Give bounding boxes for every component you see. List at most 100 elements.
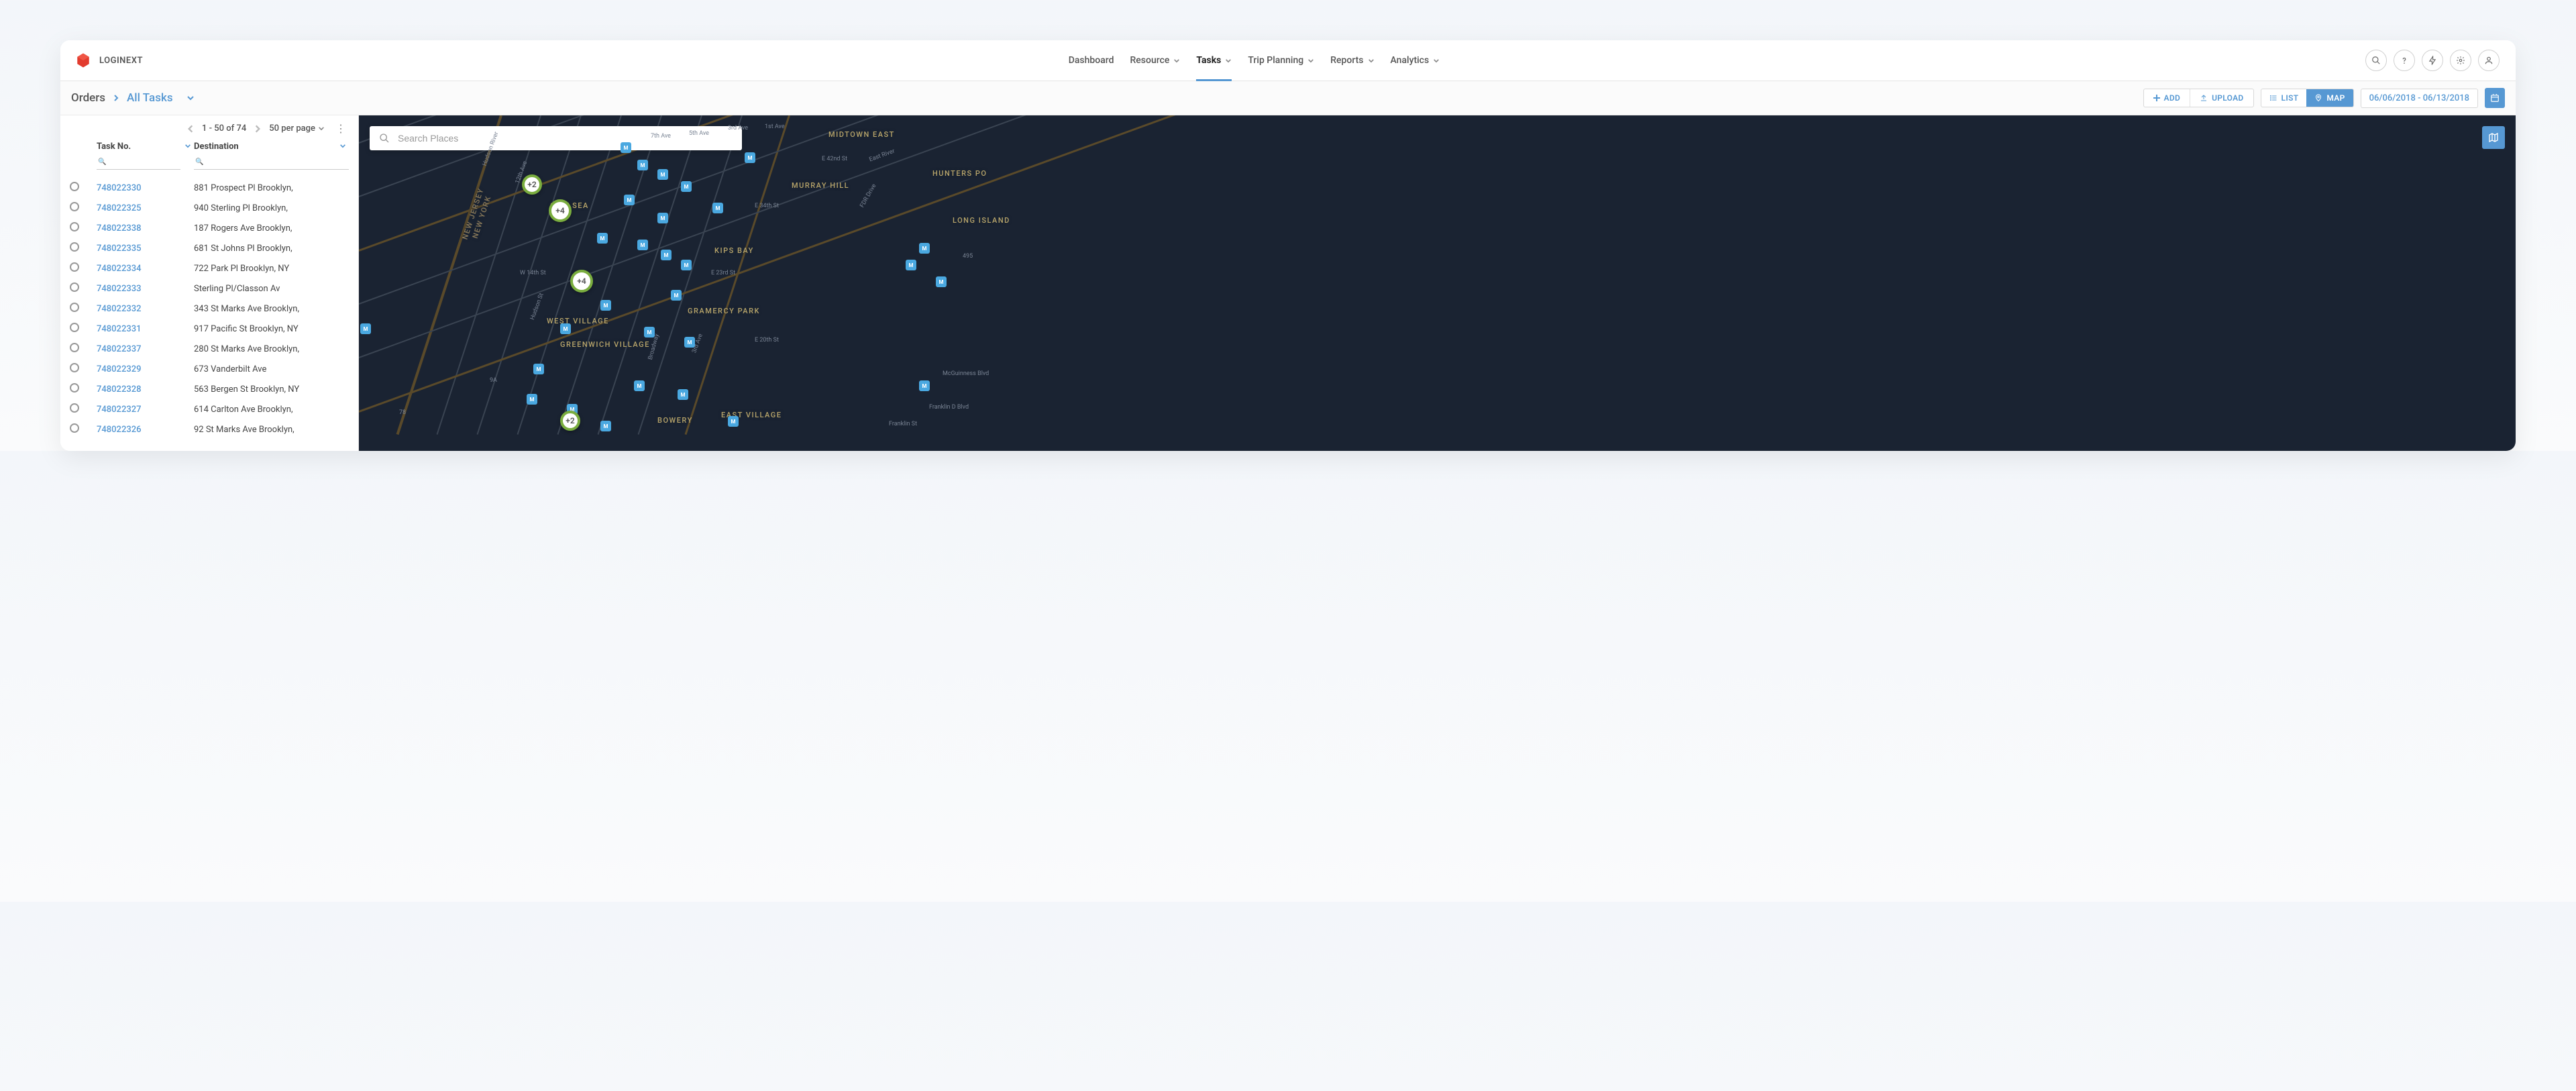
breadcrumb-root[interactable]: Orders	[71, 91, 105, 105]
logo[interactable]: LOGINEXT	[74, 51, 143, 70]
row-radio[interactable]	[70, 403, 79, 413]
nav-item-tasks[interactable]: Tasks	[1196, 50, 1232, 71]
task-link[interactable]: 748022331	[97, 324, 142, 334]
map-marker[interactable]: M	[661, 250, 672, 260]
task-row[interactable]: 748022331917 Pacific St Brooklyn, NY	[70, 319, 354, 339]
calendar-button[interactable]	[2485, 88, 2505, 108]
col-task-no[interactable]: Task No.	[97, 142, 194, 152]
nav-item-analytics[interactable]: Analytics	[1391, 50, 1440, 71]
task-link[interactable]: 748022330	[97, 183, 142, 193]
breadcrumb-current[interactable]: All Tasks	[127, 91, 173, 105]
row-radio[interactable]	[70, 202, 79, 211]
task-row[interactable]: 748022330881 Prospect Pl Brooklyn,	[70, 178, 354, 198]
map-marker[interactable]: M	[600, 421, 611, 431]
row-radio[interactable]	[70, 383, 79, 393]
task-row[interactable]: 748022337280 St Marks Ave Brooklyn,	[70, 339, 354, 359]
task-row[interactable]: 748022335681 St Johns Pl Brooklyn,	[70, 238, 354, 258]
task-link[interactable]: 748022334	[97, 264, 142, 274]
map-marker[interactable]: M	[745, 152, 755, 163]
map-marker[interactable]: M	[906, 260, 916, 270]
map-marker[interactable]: M	[728, 416, 739, 427]
map-marker[interactable]: M	[712, 203, 723, 213]
map-cluster[interactable]: +2	[522, 174, 542, 195]
add-button[interactable]: ADD	[2144, 89, 2190, 107]
task-link[interactable]: 748022335	[97, 244, 142, 254]
map-marker[interactable]: M	[657, 213, 668, 223]
nav-item-trip-planning[interactable]: Trip Planning	[1248, 50, 1314, 71]
row-radio[interactable]	[70, 262, 79, 272]
map-marker[interactable]: M	[637, 160, 648, 170]
map-cluster[interactable]: +4	[549, 199, 572, 222]
nav-item-dashboard[interactable]: Dashboard	[1069, 50, 1114, 71]
task-link[interactable]: 748022326	[97, 425, 142, 435]
prev-page-button[interactable]	[187, 124, 194, 134]
col-destination[interactable]: Destination	[194, 142, 349, 152]
task-row[interactable]: 748022327614 Carlton Ave Brooklyn,	[70, 399, 354, 419]
map-marker[interactable]: M	[360, 323, 371, 334]
task-row[interactable]: 748022338187 Rogers Ave Brooklyn,	[70, 218, 354, 238]
task-row[interactable]: 748022332343 St Marks Ave Brooklyn,	[70, 299, 354, 319]
map-marker[interactable]: M	[684, 337, 695, 348]
filter-dest-input[interactable]	[194, 157, 349, 170]
map-marker[interactable]: M	[624, 195, 635, 205]
chevron-down-icon[interactable]	[186, 95, 195, 101]
list-view-button[interactable]: LIST	[2261, 89, 2307, 107]
task-link[interactable]: 748022333	[97, 284, 142, 294]
map-marker[interactable]: M	[527, 394, 537, 405]
task-link[interactable]: 748022337	[97, 344, 142, 354]
row-radio[interactable]	[70, 242, 79, 252]
map-marker[interactable]: M	[678, 389, 688, 400]
map-layer-button[interactable]	[2482, 126, 2505, 149]
help-button[interactable]	[2394, 50, 2415, 71]
row-radio[interactable]	[70, 323, 79, 332]
row-radio[interactable]	[70, 363, 79, 372]
per-page-select[interactable]: 50 per page	[269, 123, 325, 134]
map-marker[interactable]: M	[597, 233, 608, 244]
task-link[interactable]: 748022325	[97, 203, 142, 213]
task-row[interactable]: 74802232692 St Marks Ave Brooklyn,	[70, 419, 354, 439]
map-marker[interactable]: M	[671, 290, 682, 301]
map-marker[interactable]: M	[681, 260, 692, 270]
task-link[interactable]: 748022338	[97, 223, 142, 233]
task-link[interactable]: 748022328	[97, 384, 142, 395]
map-cluster[interactable]: +4	[570, 270, 593, 293]
filter-task-input[interactable]	[97, 157, 180, 170]
row-radio[interactable]	[70, 282, 79, 292]
bolt-button[interactable]	[2422, 50, 2443, 71]
nav-item-reports[interactable]: Reports	[1330, 50, 1374, 71]
map-marker[interactable]: M	[634, 380, 645, 391]
task-row[interactable]: 748022329673 Vanderbilt Ave	[70, 359, 354, 379]
map-marker[interactable]: M	[533, 364, 544, 374]
row-radio[interactable]	[70, 303, 79, 312]
map-marker[interactable]: M	[621, 142, 631, 153]
map-marker[interactable]: M	[637, 240, 648, 250]
row-radio[interactable]	[70, 182, 79, 191]
task-row[interactable]: 748022334722 Park Pl Brooklyn, NY	[70, 258, 354, 278]
task-row[interactable]: 748022325940 Sterling Pl Brooklyn,	[70, 198, 354, 218]
map-cluster[interactable]: +2	[560, 411, 580, 431]
task-row[interactable]: 748022328563 Bergen St Brooklyn, NY	[70, 379, 354, 399]
task-link[interactable]: 748022329	[97, 364, 142, 374]
map-marker[interactable]: M	[681, 181, 692, 192]
map-marker[interactable]: M	[919, 243, 930, 254]
nav-item-resource[interactable]: Resource	[1130, 50, 1181, 71]
profile-button[interactable]	[2478, 50, 2500, 71]
more-options-button[interactable]: ⋮	[333, 122, 349, 135]
settings-button[interactable]	[2450, 50, 2471, 71]
map-marker[interactable]: M	[600, 300, 611, 311]
row-radio[interactable]	[70, 343, 79, 352]
task-row[interactable]: 748022333Sterling Pl/Classon Av	[70, 278, 354, 299]
map-marker[interactable]: M	[560, 323, 571, 334]
row-radio[interactable]	[70, 222, 79, 231]
task-link[interactable]: 748022332	[97, 304, 142, 314]
next-page-button[interactable]	[254, 124, 261, 134]
map-marker[interactable]: M	[936, 276, 947, 287]
map-marker[interactable]: M	[919, 380, 930, 391]
map-marker[interactable]: M	[657, 169, 668, 180]
task-link[interactable]: 748022327	[97, 405, 142, 415]
row-radio[interactable]	[70, 423, 79, 433]
map-marker[interactable]: M	[644, 327, 655, 337]
date-range[interactable]: 06/06/2018 - 06/13/2018	[2361, 89, 2478, 108]
map-view-button[interactable]: MAP	[2306, 89, 2353, 107]
upload-button[interactable]: UPLOAD	[2190, 89, 2253, 107]
